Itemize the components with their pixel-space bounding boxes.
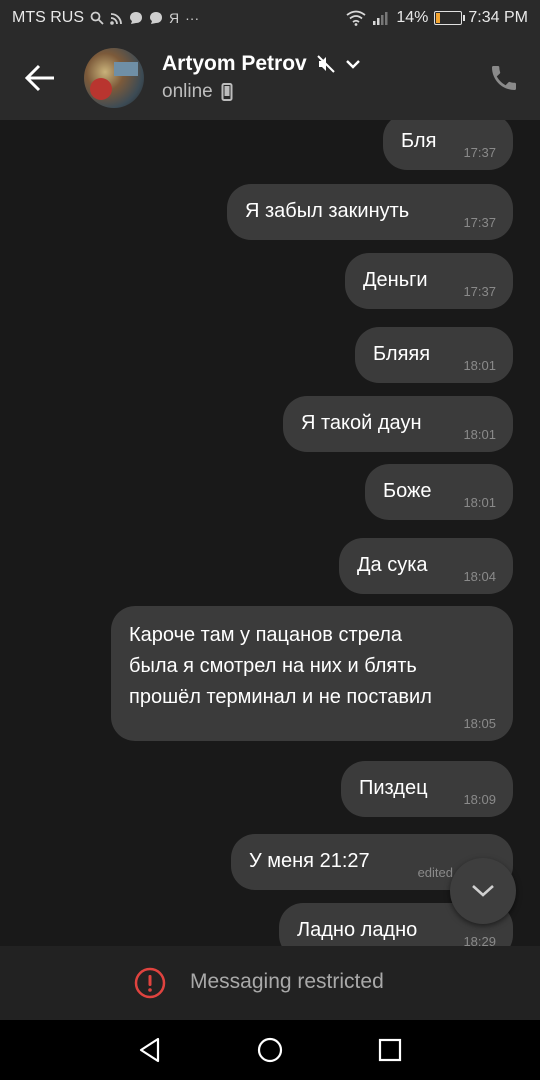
message-time: 18:01 [463,358,496,373]
nav-home-icon[interactable] [256,1036,284,1064]
contact-name-row[interactable]: Artyom Petrov [162,52,361,76]
alert-icon [134,967,166,999]
message-time: 18:29 [463,934,496,946]
message-bubble[interactable]: Кароче там у пацанов стрела была я смотр… [111,606,513,741]
chevron-down-icon [472,885,494,897]
message-time: 18:05 [463,716,496,731]
message-time: 18:01 [463,495,496,510]
battery-level [436,13,441,23]
messaging-restricted-bar: Messaging restricted [0,946,540,1020]
nav-back-icon[interactable] [136,1036,164,1064]
avatar-detail [114,62,138,76]
nav-recents-icon[interactable] [376,1036,404,1064]
message-bubble[interactable]: Бля 17:37 [383,120,513,170]
battery-icon [434,11,466,25]
message-time: 18:09 [463,792,496,807]
message-time: 17:37 [463,145,496,160]
avatar-detail [90,78,112,100]
message-time: 18:01 [463,427,496,442]
message-text: Кароче там у пацанов стрела была я смотр… [129,624,432,708]
message-bubble[interactable]: Бляяя 18:01 [355,327,513,383]
message-time: 17:37 [463,284,496,299]
message-time: 18:04 [463,569,496,584]
chat-notification-icon [130,12,142,24]
battery-percent: 14% [396,9,429,26]
contact-status-row: online [162,81,233,103]
status-bar: MTS RUS Я ··· 14% 7:34 PM [0,0,540,36]
message-bubble[interactable]: Боже 18:01 [365,464,513,520]
status-bar-left: MTS RUS Я ··· [12,9,199,27]
wifi-icon [346,10,366,26]
status-bar-right: 14% 7:34 PM [346,9,528,27]
message-bubble[interactable]: Я забыл закинуть 17:37 [227,184,513,240]
message-time: edited [417,865,453,880]
message-bubble[interactable]: Да сука 18:04 [339,538,513,594]
contact-status: online [162,81,213,102]
system-nav-bar [0,1020,540,1080]
message-bubble[interactable]: Пиздец 18:09 [341,761,513,817]
message-time: 17:37 [463,215,496,230]
chat-header: Artyom Petrov online [0,36,540,120]
message-text: Бля [401,130,437,152]
message-list[interactable]: Бля 17:37 Я забыл закинуть 17:37 Деньги … [0,120,540,946]
message-bubble[interactable]: Я такой даун 18:01 [283,396,513,452]
yandex-icon: Я [169,10,180,26]
phone-icon[interactable] [488,62,520,94]
muted-speaker-icon [316,55,335,73]
chevron-down-icon[interactable] [345,58,361,70]
more-notifications-icon: ··· [185,10,200,26]
carrier-label: MTS RUS [12,9,84,26]
back-arrow-icon[interactable] [20,58,60,98]
search-icon [90,11,104,25]
message-bubble[interactable]: Деньги 17:37 [345,253,513,309]
mobile-device-icon [221,83,233,101]
avatar[interactable] [84,48,144,108]
chat-notification-icon [150,12,162,24]
signal-icon [373,12,388,25]
clock: 7:34 PM [468,9,528,26]
scroll-to-bottom-button[interactable] [450,858,516,924]
contact-name: Artyom Petrov [162,52,307,75]
rss-icon [110,12,122,25]
messaging-restricted-label: Messaging restricted [190,970,384,993]
